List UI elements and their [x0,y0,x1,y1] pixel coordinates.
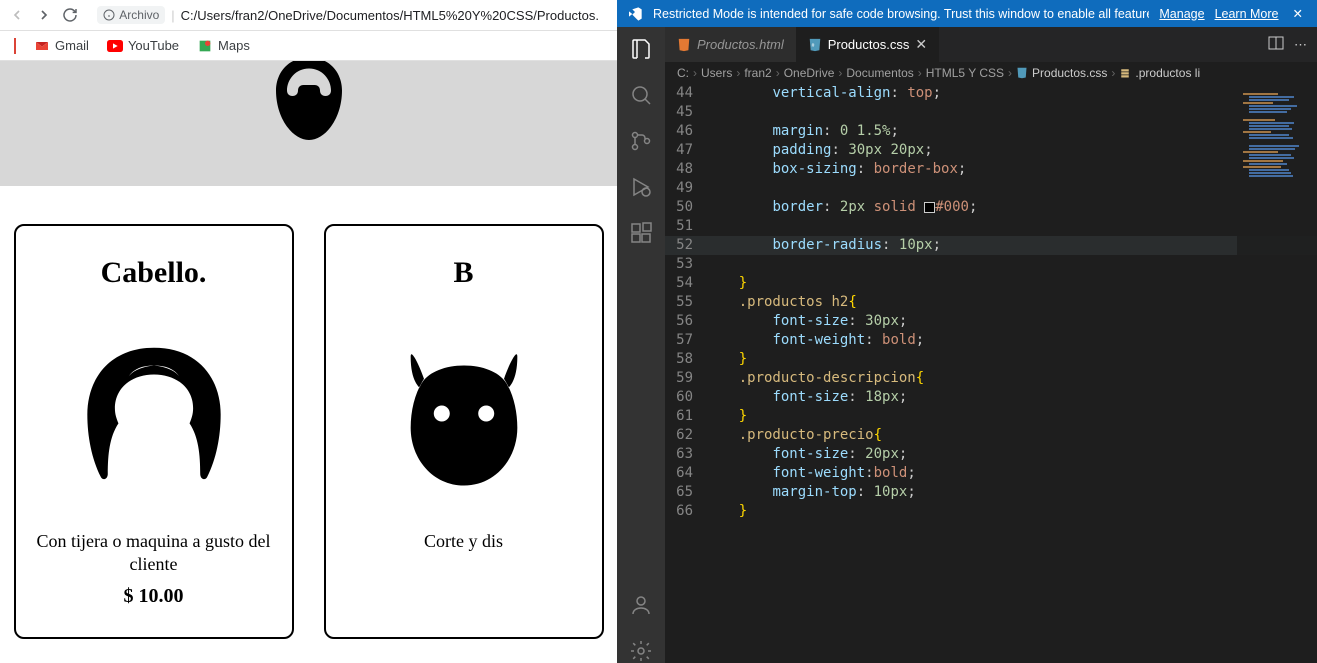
code-line[interactable]: 62 .producto-precio{ [665,426,1317,445]
product-title: Cabello. [36,256,272,290]
code-line[interactable]: 53 [665,255,1317,274]
product-title: B [346,256,582,290]
code-editor[interactable]: 44 vertical-align: top;4546 margin: 0 1.… [665,84,1317,663]
tab-label: Productos.css [828,37,910,52]
tab-productos-css[interactable]: # Productos.css ✕ [796,27,939,62]
bookmark-youtube[interactable]: YouTube [107,38,179,53]
gmail-icon [34,38,50,54]
close-icon[interactable]: ✕ [1289,6,1307,21]
product-card: B Corte y dis [324,224,604,639]
account-icon[interactable] [629,593,653,617]
minimap[interactable] [1237,84,1317,663]
restricted-mode-banner: Restricted Mode is intended for safe cod… [617,0,1317,27]
breadcrumb-symbol[interactable]: .productos li [1119,66,1200,80]
bookmarks-bar: Gmail YouTube Maps [0,31,617,61]
html-file-icon [677,38,691,52]
code-line[interactable]: 56 font-size: 30px; [665,312,1317,331]
breadcrumb-item[interactable]: fran2 [744,66,771,80]
code-line[interactable]: 57 font-weight: bold; [665,331,1317,350]
breadcrumb-item[interactable]: C: [677,66,689,80]
bookmark-gmail[interactable]: Gmail [34,38,89,54]
breadcrumb-file[interactable]: Productos.css [1016,66,1107,80]
site-info-chip[interactable]: Archivo [97,6,165,24]
code-line[interactable]: 52 border-radius: 10px; [665,236,1317,255]
vscode-icon [627,6,643,22]
close-icon[interactable]: ✕ [915,36,927,53]
apps-divider [14,38,16,54]
code-line[interactable]: 54 } [665,274,1317,293]
hero-section [0,61,617,186]
breadcrumb-item[interactable]: HTML5 Y CSS [926,66,1004,80]
explorer-icon[interactable] [629,37,653,61]
code-line[interactable]: 46 margin: 0 1.5%; [665,122,1317,141]
source-control-icon[interactable] [629,129,653,153]
maps-icon [197,38,213,54]
reload-button[interactable] [61,5,79,25]
products-row: Cabello. Con tijera o maquina a gusto de… [0,186,617,639]
code-line[interactable]: 44 vertical-align: top; [665,84,1317,103]
bookmark-label: Maps [218,38,250,53]
address-bar[interactable]: Archivo | C:/Users/fran2/OneDrive/Docume… [87,4,609,26]
manage-link[interactable]: Manage [1159,7,1204,21]
hair-icon [64,330,244,490]
run-debug-icon[interactable] [629,175,653,199]
code-line[interactable]: 64 font-weight:bold; [665,464,1317,483]
code-line[interactable]: 48 box-sizing: border-box; [665,160,1317,179]
banner-message: Restricted Mode is intended for safe cod… [653,7,1149,21]
back-button[interactable] [8,5,26,25]
youtube-icon [107,40,123,52]
beard-face-icon [374,330,554,490]
page-content: Cabello. Con tijera o maquina a gusto de… [0,61,617,663]
site-info-label: Archivo [119,8,159,22]
editor-tabs: Productos.html # Productos.css ✕ ⋯ [665,27,1317,62]
product-card: Cabello. Con tijera o maquina a gusto de… [14,224,294,639]
url-separator: | [171,8,174,23]
learn-more-link[interactable]: Learn More [1215,7,1279,21]
breadcrumb-item[interactable]: OneDrive [784,66,835,80]
code-line[interactable]: 63 font-size: 20px; [665,445,1317,464]
product-description: Corte y dis [346,530,582,553]
extensions-icon[interactable] [629,221,653,245]
breadcrumb-item[interactable]: Users [701,66,732,80]
code-line[interactable]: 61 } [665,407,1317,426]
browser-toolbar: Archivo | C:/Users/fran2/OneDrive/Docume… [0,0,617,31]
split-editor-icon[interactable] [1268,35,1284,54]
beard-logo [254,61,364,151]
css-file-icon: # [808,38,822,52]
tab-productos-html[interactable]: Productos.html [665,27,796,62]
url-text: C:/Users/fran2/OneDrive/Documentos/HTML5… [181,8,599,23]
tab-label: Productos.html [697,37,784,52]
product-price: $ 10.00 [36,585,272,608]
settings-icon[interactable] [629,639,653,663]
code-line[interactable]: 45 [665,103,1317,122]
search-icon[interactable] [629,83,653,107]
activity-bar [617,27,665,663]
code-line[interactable]: 47 padding: 30px 20px; [665,141,1317,160]
editor-area: Productos.html # Productos.css ✕ ⋯ C:› U… [665,27,1317,663]
bookmark-label: Gmail [55,38,89,53]
code-line[interactable]: 66 } [665,502,1317,521]
code-line[interactable]: 65 margin-top: 10px; [665,483,1317,502]
breadcrumb-item[interactable]: Documentos [846,66,913,80]
code-line[interactable]: 51 [665,217,1317,236]
product-description: Con tijera o maquina a gusto del cliente [36,530,272,575]
more-actions-icon[interactable]: ⋯ [1294,37,1307,53]
forward-button[interactable] [34,5,52,25]
vscode-window: Restricted Mode is intended for safe cod… [617,0,1317,663]
code-line[interactable]: 55 .productos h2{ [665,293,1317,312]
breadcrumbs[interactable]: C:› Users› fran2› OneDrive› Documentos› … [665,62,1317,84]
bookmark-label: YouTube [128,38,179,53]
browser-window: Archivo | C:/Users/fran2/OneDrive/Docume… [0,0,617,663]
bookmark-maps[interactable]: Maps [197,38,250,54]
code-line[interactable]: 50 border: 2px solid #000; [665,198,1317,217]
code-line[interactable]: 60 font-size: 18px; [665,388,1317,407]
code-line[interactable]: 58 } [665,350,1317,369]
svg-text:#: # [811,42,814,48]
code-line[interactable]: 49 [665,179,1317,198]
code-line[interactable]: 59 .producto-descripcion{ [665,369,1317,388]
